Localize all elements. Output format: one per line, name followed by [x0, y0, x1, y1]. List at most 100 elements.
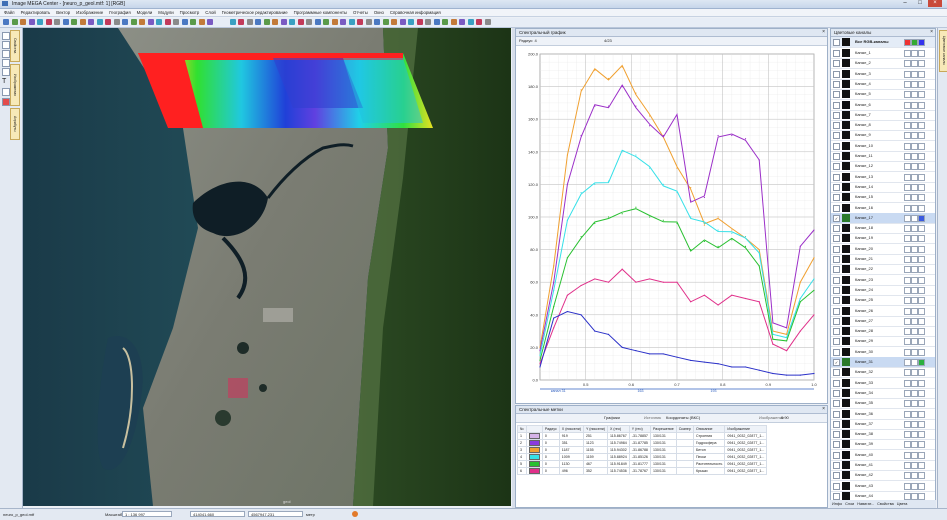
green-assign-icon[interactable]: [911, 431, 918, 439]
green-assign-icon[interactable]: [911, 307, 918, 315]
green-assign-icon[interactable]: [911, 328, 918, 336]
green-assign-icon[interactable]: [911, 410, 918, 418]
checkbox-icon[interactable]: [833, 266, 840, 274]
green-assign-icon[interactable]: [911, 276, 918, 284]
col-header[interactable]: Радиус: [541, 425, 560, 433]
green-assign-icon[interactable]: [911, 91, 918, 99]
toolbar-button-icon[interactable]: [37, 19, 43, 25]
minimize-icon[interactable]: –: [898, 0, 912, 7]
blue-assign-icon[interactable]: [918, 183, 925, 191]
red-assign-icon[interactable]: [904, 122, 911, 130]
col-header[interactable]: [525, 425, 543, 433]
menu-geography[interactable]: География: [109, 10, 130, 15]
red-assign-icon[interactable]: [904, 472, 911, 480]
blue-assign-icon[interactable]: [918, 420, 925, 428]
menu-geometry-edit[interactable]: Геометрическое редактирование: [222, 10, 288, 15]
menu-vector[interactable]: Вектор: [56, 10, 70, 15]
checkbox-icon[interactable]: [833, 235, 840, 243]
green-assign-icon[interactable]: [911, 441, 918, 449]
col-header[interactable]: Сканер: [675, 425, 694, 433]
toolbar-button-icon[interactable]: [198, 19, 205, 25]
blue-assign-icon[interactable]: [918, 348, 925, 356]
channel-header-row[interactable]: Все RGB-каналы: [831, 37, 935, 48]
red-assign-icon[interactable]: [904, 359, 911, 366]
green-assign-icon[interactable]: [911, 266, 918, 274]
checkbox-icon[interactable]: [833, 338, 840, 346]
pan-tool-icon[interactable]: [2, 41, 10, 49]
green-assign-icon[interactable]: [911, 389, 918, 397]
blue-assign-icon[interactable]: [918, 225, 925, 233]
blue-assign-icon[interactable]: [918, 379, 925, 387]
green-assign-icon[interactable]: [911, 379, 918, 387]
toolbar-button-icon[interactable]: [272, 19, 278, 25]
checkbox-icon[interactable]: [833, 431, 840, 439]
green-assign-icon[interactable]: [911, 101, 918, 109]
toolbar-button-icon[interactable]: [20, 19, 26, 25]
checkbox-icon[interactable]: [833, 142, 840, 150]
green-assign-icon[interactable]: [911, 400, 918, 408]
channels-panel-close-icon[interactable]: ×: [930, 29, 933, 36]
checkbox-icon[interactable]: [833, 420, 840, 428]
red-assign-icon[interactable]: [904, 441, 911, 449]
col-header[interactable]: Изображение: [724, 425, 768, 433]
col-header[interactable]: Y (гео): [628, 425, 651, 433]
tab-attributes[interactable]: Атрибуты: [10, 108, 20, 140]
blue-assign-icon[interactable]: [918, 400, 925, 408]
row-color-swatch[interactable]: [525, 431, 543, 441]
spectral-chart[interactable]: 0.0 20.0 40.0 60.0 80.0 100.0 120.0 140.0 160.0 1…: [516, 46, 827, 403]
tab-info[interactable]: Инфо: [832, 502, 842, 506]
toolbar-button-icon[interactable]: [280, 19, 287, 25]
toolbar-button-icon[interactable]: [79, 19, 86, 25]
image-dropdown[interactable]: 0.90: [781, 415, 789, 420]
toolbar-button-icon[interactable]: [484, 19, 491, 25]
toolbar-button-icon[interactable]: [357, 19, 363, 25]
blue-assign-icon[interactable]: [918, 214, 925, 222]
blue-assign-icon[interactable]: [918, 101, 925, 109]
green-assign-icon[interactable]: [911, 50, 918, 57]
green-assign-icon[interactable]: [911, 462, 918, 469]
red-assign-icon[interactable]: [904, 266, 911, 274]
blue-assign-icon[interactable]: [918, 328, 925, 336]
red-assign-icon[interactable]: [904, 235, 911, 243]
toolbar-button-icon[interactable]: [425, 19, 431, 25]
toolbar-button-icon[interactable]: [229, 19, 236, 25]
toolbar-button-icon[interactable]: [399, 19, 406, 25]
red-assign-icon[interactable]: [904, 60, 911, 68]
map-view[interactable]: geol: [23, 28, 511, 506]
checkbox-icon[interactable]: [833, 482, 840, 490]
toolbar-button-icon[interactable]: [45, 19, 52, 25]
toolbar-button-icon[interactable]: [297, 19, 304, 25]
menu-layer[interactable]: Слой: [205, 10, 215, 15]
blue-assign-icon[interactable]: [918, 286, 925, 294]
green-assign-icon[interactable]: [911, 492, 918, 500]
blue-assign-icon[interactable]: [918, 462, 925, 469]
menu-file[interactable]: Файл: [4, 10, 15, 15]
toolbar-button-icon[interactable]: [156, 19, 162, 25]
toolbar-button-icon[interactable]: [365, 19, 372, 25]
red-assign-icon[interactable]: [904, 451, 911, 459]
blue-assign-icon[interactable]: [918, 359, 925, 366]
checkbox-icon[interactable]: [833, 369, 840, 377]
red-assign-icon[interactable]: [904, 132, 911, 140]
table-row[interactable]: 3 0 1187 1155 115.94302 -31.86788 130/131 Бетон…: [517, 446, 768, 455]
toolbar-button-icon[interactable]: [11, 19, 18, 25]
blue-assign-icon[interactable]: [918, 91, 925, 99]
toolbar-button-icon[interactable]: [54, 19, 60, 25]
checkbox-icon[interactable]: [833, 462, 840, 469]
blue-assign-icon[interactable]: [918, 80, 925, 88]
red-assign-icon[interactable]: [904, 482, 911, 490]
green-assign-icon[interactable]: [911, 153, 918, 160]
green-assign-icon[interactable]: [911, 214, 918, 222]
blue-assign-icon[interactable]: [918, 369, 925, 377]
edit-tool-icon[interactable]: [2, 88, 10, 96]
col-header[interactable]: №: [517, 425, 527, 433]
green-assign-icon[interactable]: [911, 163, 918, 171]
toolbar-button-icon[interactable]: [105, 19, 111, 25]
draw-tool-icon[interactable]: [2, 59, 10, 67]
checkbox-icon[interactable]: ✓: [833, 214, 840, 222]
blue-assign-icon[interactable]: [918, 276, 925, 284]
checkbox-icon[interactable]: [833, 204, 840, 212]
toolbar-button-icon[interactable]: [88, 19, 94, 25]
maximize-icon[interactable]: □: [913, 0, 927, 7]
red-assign-icon[interactable]: [904, 163, 911, 171]
